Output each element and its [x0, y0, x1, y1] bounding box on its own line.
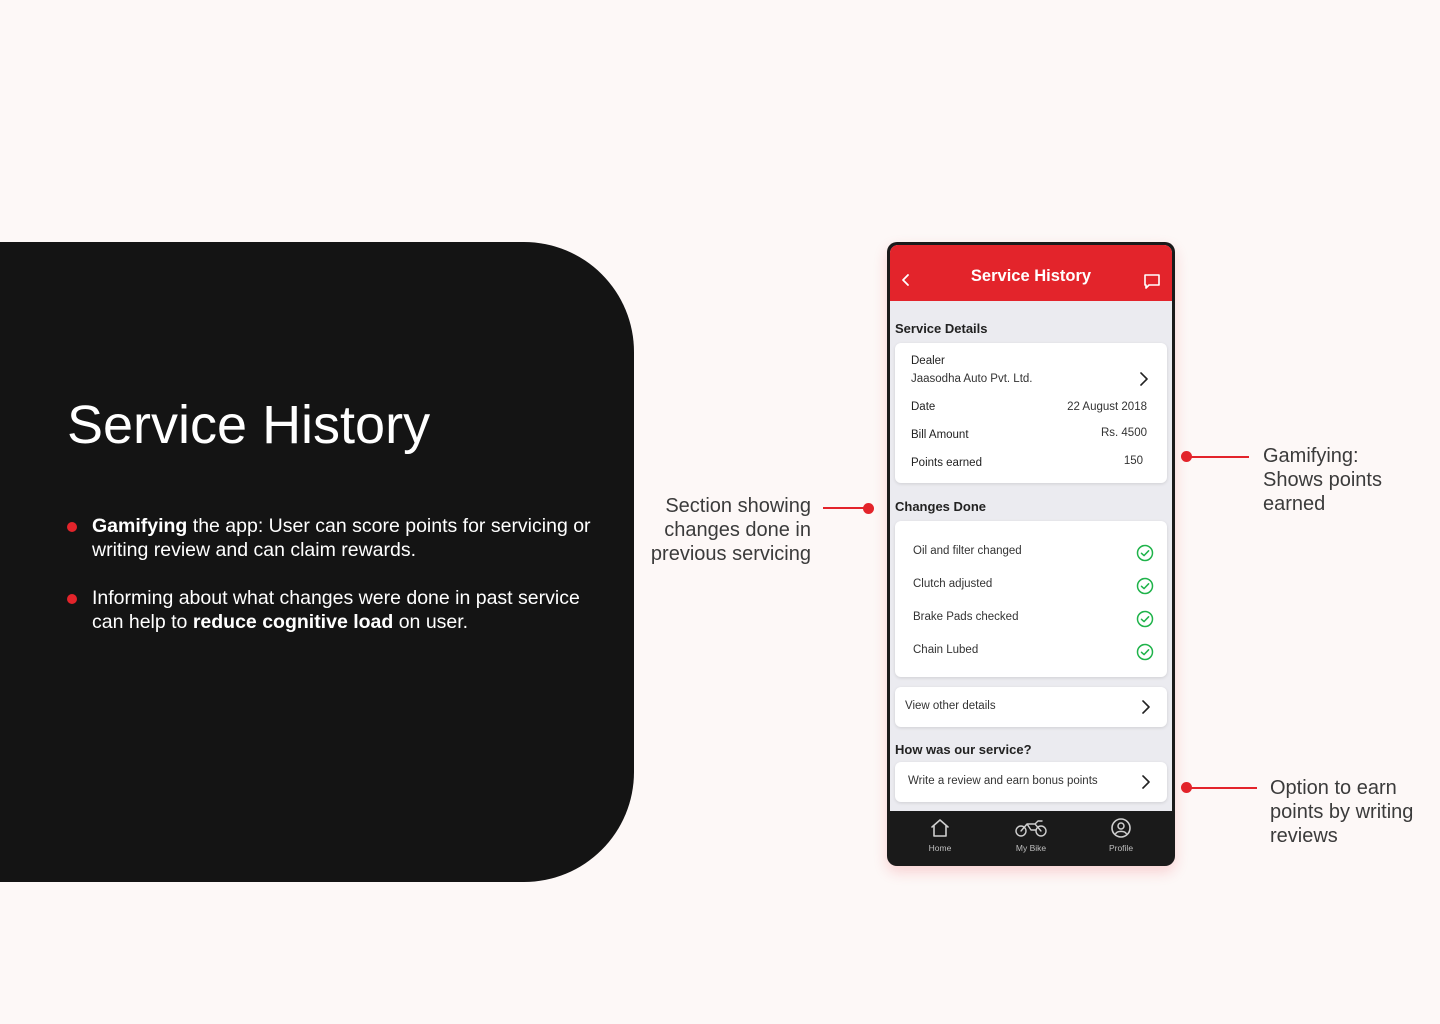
bullet-bold: Gamifying — [92, 515, 188, 537]
change-item: Chain Lubed — [913, 644, 979, 656]
dealer-value: Jaasodha Auto Pvt. Ltd. — [911, 373, 1033, 385]
changes-done-card: Oil and filter changed Clutch adjusted B… — [895, 521, 1167, 677]
annotation-leader-dot — [863, 503, 874, 514]
annotation-leader-line — [1187, 456, 1249, 458]
bullet-gamifying: Gamifying the app: User can score points… — [66, 514, 606, 562]
changes-done-heading: Changes Done — [895, 499, 987, 514]
profile-icon — [1111, 818, 1131, 838]
date-label: Date — [911, 401, 936, 413]
bullet-bold: reduce cognitive load — [192, 611, 394, 633]
change-item: Oil and filter changed — [913, 545, 1022, 557]
feedback-heading: How was our service? — [895, 742, 1032, 757]
chevron-right-icon — [1142, 700, 1150, 714]
write-review-label: Write a review and earn bonus points — [908, 775, 1098, 787]
bullet-cognitive-load: Informing about what changes were done i… — [66, 586, 606, 634]
chevron-right-icon — [1142, 775, 1150, 789]
motorbike-icon — [1015, 820, 1047, 837]
slide-title: Service History — [67, 395, 431, 455]
dealer-label: Dealer — [911, 355, 945, 367]
points-earned-value: 150 — [1123, 455, 1143, 467]
service-details-heading: Service Details — [895, 321, 988, 336]
view-other-details-button[interactable]: View other details — [895, 687, 1167, 727]
view-other-details-label: View other details — [905, 700, 996, 712]
bullet-text: on user. — [393, 611, 469, 633]
bill-amount-value: Rs. 4500 — [1100, 427, 1147, 439]
tab-home-label: Home — [928, 843, 952, 853]
change-item: Clutch adjusted — [913, 578, 993, 590]
tab-my-bike[interactable]: My Bike — [996, 817, 1066, 853]
tab-profile-label: Profile — [1108, 843, 1134, 853]
tab-my-bike-label: My Bike — [1015, 843, 1047, 853]
check-circle-icon — [1136, 643, 1154, 661]
annotation-changes-section: Section showing changes done in previous… — [650, 495, 811, 565]
check-circle-icon — [1136, 577, 1154, 595]
app-bar: Service History — [890, 245, 1172, 301]
bullet-list: Gamifying the app: User can score points… — [66, 514, 606, 658]
annotation-leader-line — [1187, 787, 1257, 789]
check-circle-icon — [1136, 544, 1154, 562]
chevron-right-icon[interactable] — [1138, 372, 1150, 386]
bottom-tab-bar: Home My Bike Profile — [890, 811, 1172, 863]
bullet-dot — [67, 594, 77, 604]
service-details-card: Dealer Jaasodha Auto Pvt. Ltd. Date 22 A… — [895, 343, 1167, 483]
change-item: Brake Pads checked — [913, 611, 1019, 623]
check-circle-icon — [1136, 610, 1154, 628]
tab-home[interactable]: Home — [905, 817, 975, 853]
app-title: Service History — [970, 267, 1092, 285]
bullet-dot — [67, 522, 77, 532]
tab-profile[interactable]: Profile — [1086, 817, 1156, 853]
points-earned-label: Points earned — [911, 457, 982, 469]
bill-amount-label: Bill Amount — [911, 429, 969, 441]
write-review-button[interactable]: Write a review and earn bonus points — [895, 762, 1167, 802]
app-screen: Service History Service Details Dealer J… — [890, 245, 1172, 811]
annotation-review-option: Option to earn points by writing reviews — [1270, 777, 1414, 847]
phone-mockup: Service History Service Details Dealer J… — [887, 242, 1175, 866]
date-value: 22 August 2018 — [1067, 401, 1147, 413]
annotation-points-earned: Gamifying: Shows points earned — [1263, 445, 1382, 515]
home-icon — [931, 819, 949, 837]
chat-icon[interactable] — [1143, 273, 1161, 291]
